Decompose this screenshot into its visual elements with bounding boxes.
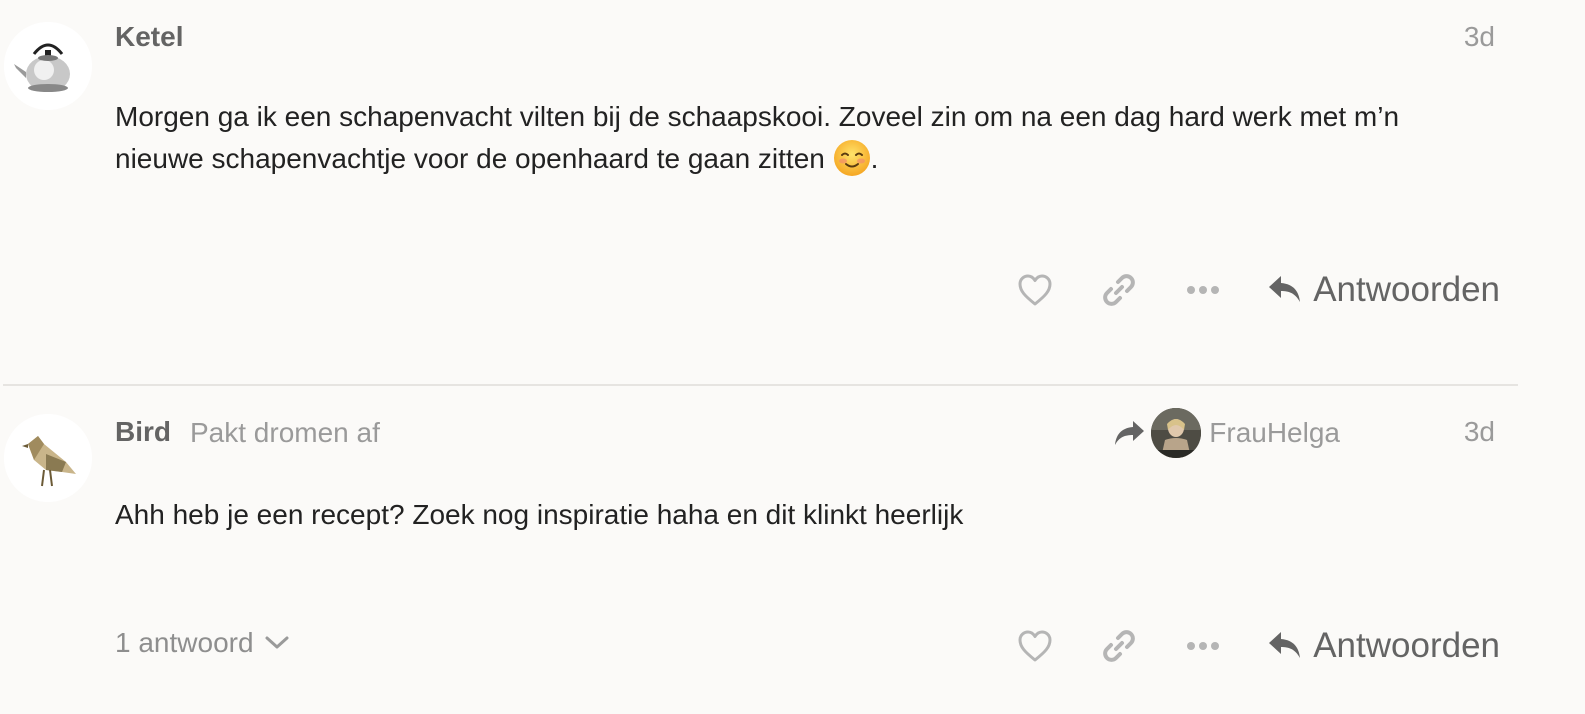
reply-to-username: FrauHelga [1209, 417, 1340, 448]
reply-arrow-icon [1269, 632, 1301, 658]
ellipsis-icon[interactable] [1183, 270, 1223, 310]
post-body-end: . [870, 143, 879, 174]
post-divider [3, 384, 1518, 386]
ellipsis-icon[interactable] [1183, 626, 1223, 666]
show-replies-button[interactable]: 1 antwoord [115, 627, 290, 659]
reply-button-label: Antwoorden [1313, 626, 1500, 665]
user-title: Pakt dromen af [190, 417, 380, 448]
bird-avatar-image [4, 414, 92, 502]
username[interactable]: Ketel [115, 21, 183, 53]
post-actions: Antwoorden [1015, 265, 1500, 315]
post-body: Ahh heb je een recept? Zoek nog inspirat… [115, 494, 1495, 536]
chevron-down-icon [265, 636, 289, 649]
replies-count-label: 1 antwoord [115, 627, 254, 658]
post-body: Morgen ga ik een schapenvacht vilten bij… [115, 96, 1495, 180]
link-icon[interactable] [1099, 270, 1139, 310]
reply-button[interactable]: Antwoorden [1267, 626, 1500, 666]
avatar [1151, 408, 1202, 458]
kettle-avatar-image [4, 22, 92, 110]
reply-arrow-icon [1269, 276, 1301, 302]
heart-icon[interactable] [1015, 270, 1055, 310]
avatar[interactable] [4, 414, 92, 502]
post-actions: Antwoorden [1015, 621, 1500, 671]
avatar[interactable] [4, 22, 92, 110]
username[interactable]: Bird [115, 416, 171, 448]
post-body-text: Ahh heb je een recept? Zoek nog inspirat… [115, 499, 964, 530]
reply-button[interactable]: Antwoorden [1267, 270, 1500, 310]
share-arrow-icon [1115, 421, 1145, 445]
frauhelga-avatar-image [1151, 408, 1202, 458]
reply-button-label: Antwoorden [1313, 270, 1500, 309]
link-icon[interactable] [1099, 626, 1139, 666]
reply-to-user[interactable]: FrauHelga [1113, 407, 1340, 459]
post-bird: Bird Pakt dromen af FrauHelga 3d Ahh heb… [0, 387, 1520, 714]
post-body-text: Morgen ga ik een schapenvacht vilten bij… [115, 101, 1400, 174]
post-ketel: Ketel 3d Morgen ga ik een schapenvacht v… [0, 0, 1520, 385]
heart-icon[interactable] [1015, 626, 1055, 666]
post-date[interactable]: 3d [1464, 21, 1495, 53]
post-date[interactable]: 3d [1464, 416, 1495, 448]
smiling-face-icon [833, 139, 871, 177]
